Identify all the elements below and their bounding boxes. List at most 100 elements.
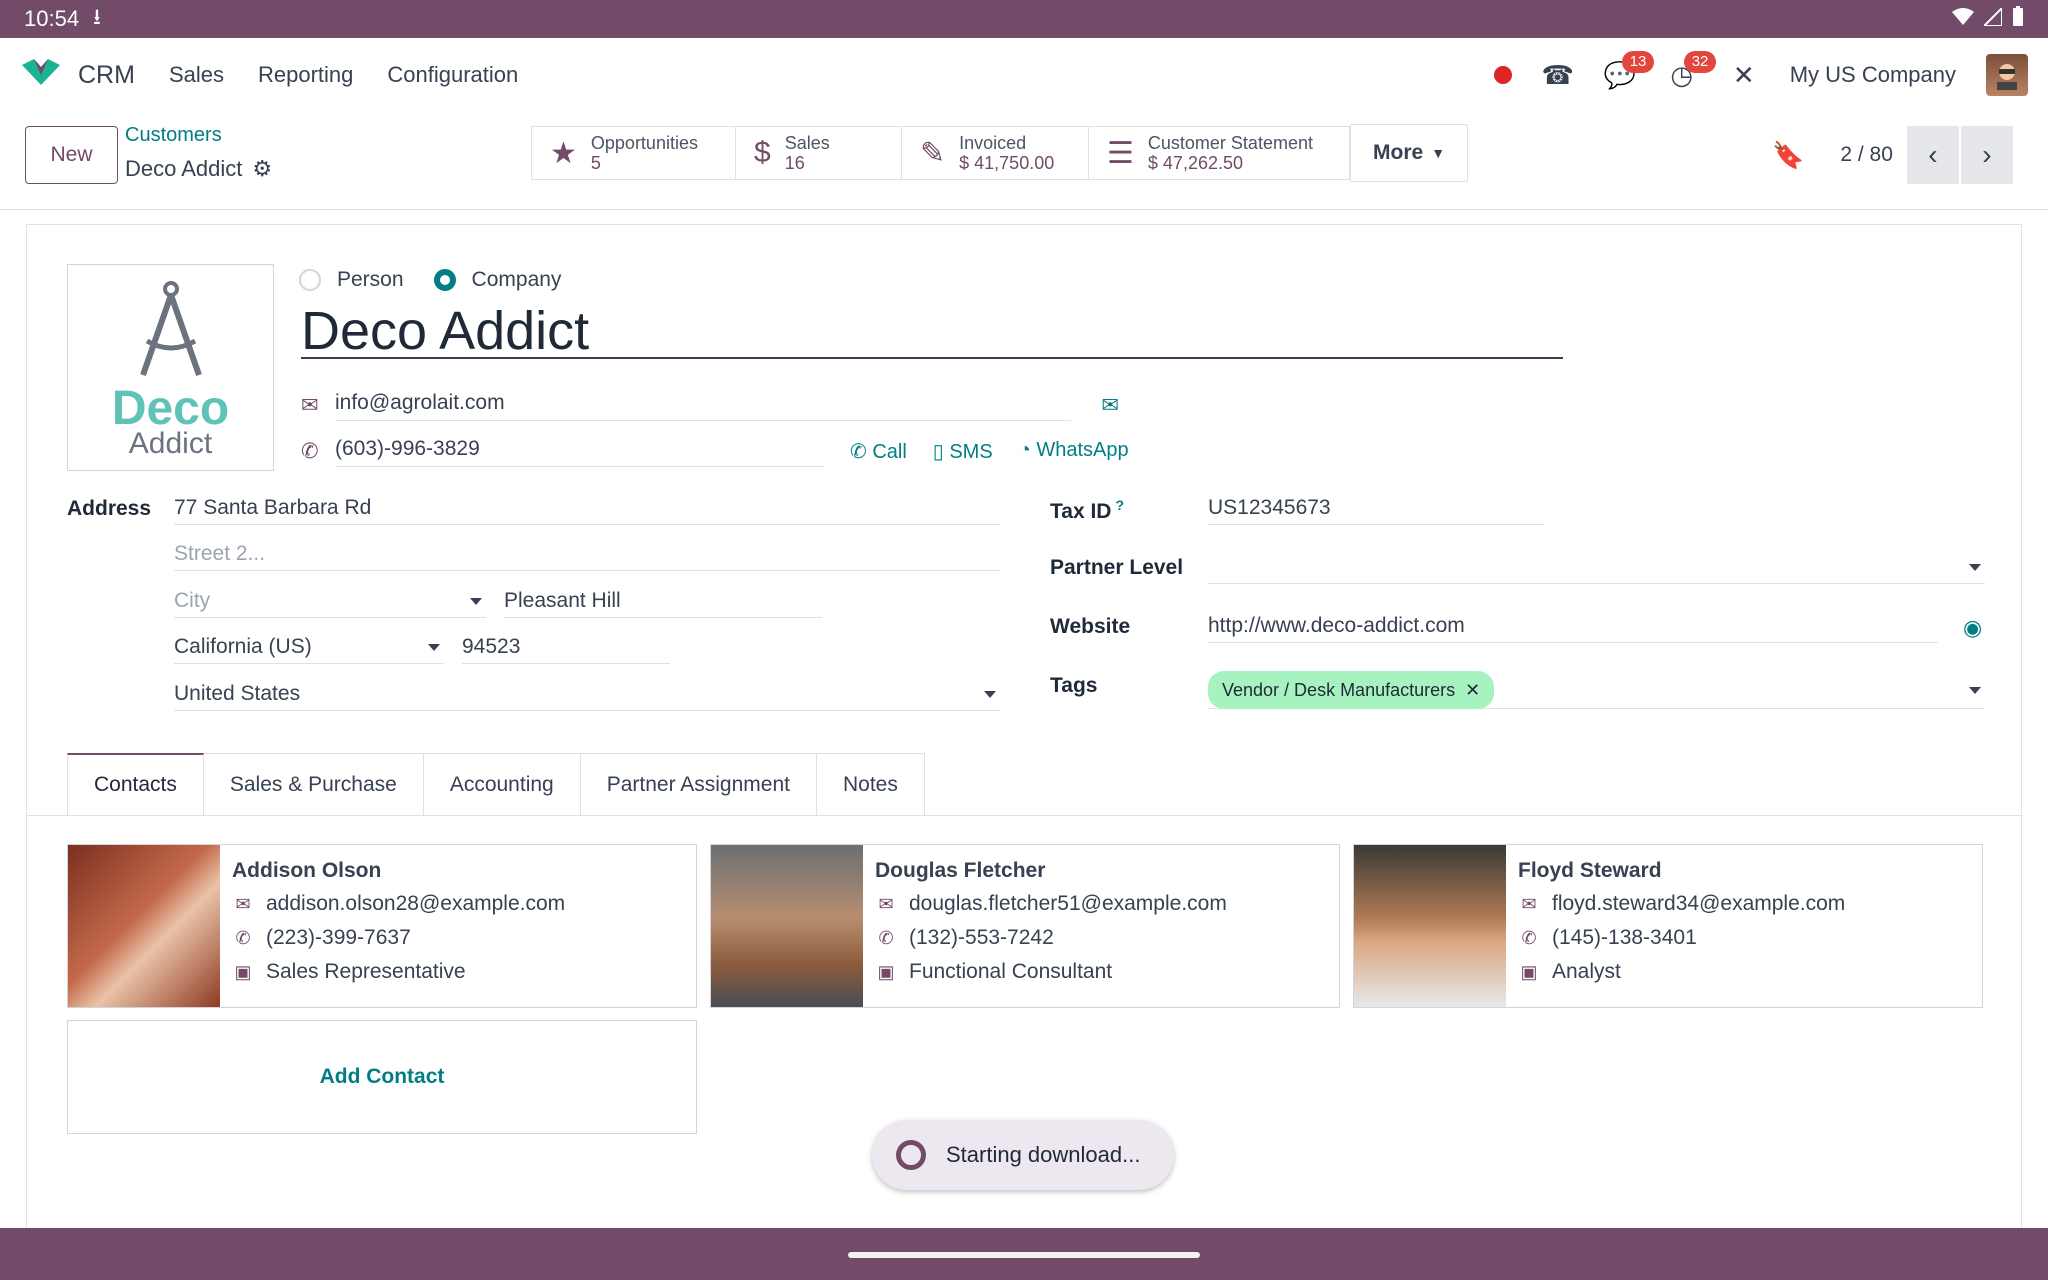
user-avatar[interactable] bbox=[1986, 54, 2028, 96]
briefcase-icon: ▣ bbox=[877, 961, 895, 982]
caret-down-icon: ▼ bbox=[1431, 145, 1446, 161]
contact-phone: (145)-138-3401 bbox=[1552, 926, 1697, 949]
battery-icon bbox=[2012, 6, 2024, 32]
pager-next-button[interactable]: › bbox=[1960, 126, 2013, 184]
company-switcher[interactable]: My US Company bbox=[1790, 62, 1956, 88]
sms-link[interactable]: ▯ SMS bbox=[933, 439, 993, 464]
address-label: Address bbox=[67, 497, 152, 520]
more-button[interactable]: More ▼ bbox=[1350, 124, 1469, 182]
envelope-icon: ✉ bbox=[235, 893, 251, 914]
logo-line-2: Addict bbox=[128, 426, 213, 460]
activities-badge: 32 bbox=[1683, 51, 1717, 73]
whatsapp-link[interactable]: ◔ WhatsApp bbox=[1019, 439, 1129, 464]
country-select[interactable]: United States bbox=[174, 679, 1000, 711]
company-radio[interactable] bbox=[433, 269, 456, 291]
contact-card[interactable]: Floyd Steward ✉ floyd.steward34@example.c… bbox=[1353, 844, 1983, 1008]
app-name[interactable]: CRM bbox=[78, 61, 135, 90]
tools-icon[interactable]: ✕ bbox=[1728, 59, 1760, 91]
website-field[interactable]: http://www.deco-addict.com bbox=[1208, 611, 1938, 643]
breadcrumb-customers[interactable]: Customers bbox=[125, 124, 222, 147]
contact-card[interactable]: Douglas Fletcher ✉ douglas.fletcher51@exa… bbox=[710, 844, 1340, 1008]
phone-icon: ✆ bbox=[1521, 927, 1537, 948]
sms-label: SMS bbox=[949, 440, 993, 463]
contact-phone: (132)-553-7242 bbox=[909, 926, 1054, 949]
tag-badge: Vendor / Desk Manufacturers ✕ bbox=[1208, 671, 1495, 709]
android-navigation-bar bbox=[0, 1228, 2048, 1280]
website-label: Website bbox=[1050, 615, 1131, 638]
company-radio-label[interactable]: Company bbox=[472, 268, 562, 292]
app-logo-icon[interactable] bbox=[20, 57, 78, 93]
sales-smart-button[interactable]: $ Sales 16 bbox=[736, 126, 902, 180]
toast-message: Starting download... bbox=[946, 1142, 1141, 1167]
activities-clock-icon[interactable]: ◷ 32 bbox=[1666, 51, 1717, 91]
menu-reporting[interactable]: Reporting bbox=[258, 62, 353, 88]
person-radio[interactable] bbox=[299, 269, 321, 291]
city-field[interactable]: Pleasant Hill bbox=[504, 586, 822, 618]
pager: 🔖 2 / 80 ‹ › bbox=[1772, 126, 2013, 184]
call-label: Call bbox=[872, 440, 907, 463]
new-button[interactable]: New bbox=[25, 126, 118, 184]
home-gesture-handle[interactable] bbox=[848, 1252, 1200, 1258]
contact-job: Sales Representative bbox=[266, 960, 466, 983]
contact-card[interactable]: Addison Olson ✉ addison.olson28@example.c… bbox=[67, 844, 697, 1008]
messages-icon[interactable]: 💬 13 bbox=[1604, 51, 1655, 91]
phone-icon: ✆ bbox=[301, 439, 319, 463]
help-tooltip-icon[interactable]: ? bbox=[1115, 497, 1124, 513]
menu-sales[interactable]: Sales bbox=[169, 62, 224, 88]
tag-remove-icon[interactable]: ✕ bbox=[1465, 675, 1480, 705]
email-field[interactable]: info@agrolait.com bbox=[335, 389, 1072, 421]
city-select[interactable]: City bbox=[174, 586, 486, 618]
call-link[interactable]: ✆ Call bbox=[850, 439, 907, 464]
zip-field[interactable]: 94523 bbox=[462, 632, 670, 664]
pager-previous-button[interactable]: ‹ bbox=[1906, 126, 1959, 184]
phone-field[interactable]: (603)-996-3829 bbox=[335, 435, 825, 467]
contact-email: floyd.steward34@example.com bbox=[1552, 892, 1846, 915]
caret-down-icon bbox=[470, 598, 482, 605]
smart-button-label: Opportunities bbox=[590, 133, 698, 153]
globe-icon[interactable]: ◉ bbox=[1963, 615, 1982, 641]
contact-name: Douglas Fletcher bbox=[875, 859, 1046, 882]
pager-value[interactable]: 2 / 80 bbox=[1840, 143, 1893, 167]
partner-level-select[interactable] bbox=[1208, 552, 1985, 584]
city-placeholder: City bbox=[174, 589, 211, 612]
tab-sales-purchase[interactable]: Sales & Purchase bbox=[203, 753, 424, 815]
caret-down-icon bbox=[984, 691, 996, 698]
recording-icon[interactable] bbox=[1493, 66, 1512, 84]
bookmark-icon[interactable]: 🔖 bbox=[1772, 140, 1804, 171]
control-panel: New Customers Deco Addict ⚙ ★ Opportunit… bbox=[0, 112, 2048, 210]
contact-job: Functional Consultant bbox=[909, 960, 1113, 983]
send-email-icon[interactable]: ✉ bbox=[1101, 393, 1119, 418]
smart-button-label: Invoiced bbox=[959, 133, 1027, 153]
person-radio-label[interactable]: Person bbox=[337, 268, 404, 292]
form-sheet: Deco Addict Person Company Deco Addict ✉… bbox=[26, 224, 2023, 1228]
tax-id-field[interactable]: US12345673 bbox=[1208, 493, 1544, 525]
contact-email: douglas.fletcher51@example.com bbox=[909, 892, 1227, 915]
gear-icon[interactable]: ⚙ bbox=[252, 156, 272, 182]
tab-partner-assignment[interactable]: Partner Assignment bbox=[580, 753, 817, 815]
email-row: ✉ info@agrolait.com ✉ bbox=[301, 389, 1119, 421]
systray: ☎ 💬 13 ◷ 32 ✕ My US Company bbox=[1493, 51, 2028, 96]
tab-notes[interactable]: Notes bbox=[816, 753, 925, 815]
tabs-divider bbox=[27, 815, 2023, 816]
contact-job: Analyst bbox=[1552, 960, 1621, 983]
smart-button-value: 5 bbox=[590, 153, 601, 173]
company-logo[interactable]: Deco Addict bbox=[67, 264, 274, 471]
contact-photo bbox=[1354, 845, 1506, 1007]
signal-icon bbox=[1981, 5, 2003, 32]
opportunities-smart-button[interactable]: ★ Opportunities 5 bbox=[531, 126, 736, 180]
state-select[interactable]: California (US) bbox=[174, 632, 444, 664]
add-contact-button[interactable]: Add Contact bbox=[67, 1020, 697, 1134]
street2-field[interactable]: Street 2... bbox=[174, 539, 1000, 571]
customer-statement-smart-button[interactable]: ☰ Customer Statement $ 47,262.50 bbox=[1089, 126, 1350, 180]
tags-field[interactable]: Vendor / Desk Manufacturers ✕ bbox=[1208, 671, 1985, 709]
company-type-radio: Person Company bbox=[299, 268, 575, 292]
tab-accounting[interactable]: Accounting bbox=[423, 753, 581, 815]
partner-name-input[interactable]: Deco Addict bbox=[301, 303, 1563, 359]
tab-contacts[interactable]: Contacts bbox=[67, 753, 204, 815]
menu-configuration[interactable]: Configuration bbox=[387, 62, 518, 88]
street-field[interactable]: 77 Santa Barbara Rd bbox=[174, 493, 1000, 525]
phone-actions: ✆ Call ▯ SMS ◔ WhatsApp bbox=[850, 439, 1129, 464]
invoiced-smart-button[interactable]: ✎ Invoiced $ 41,750.00 bbox=[902, 126, 1089, 180]
phone-icon[interactable]: ☎ bbox=[1542, 59, 1574, 91]
caret-down-icon bbox=[428, 644, 440, 651]
